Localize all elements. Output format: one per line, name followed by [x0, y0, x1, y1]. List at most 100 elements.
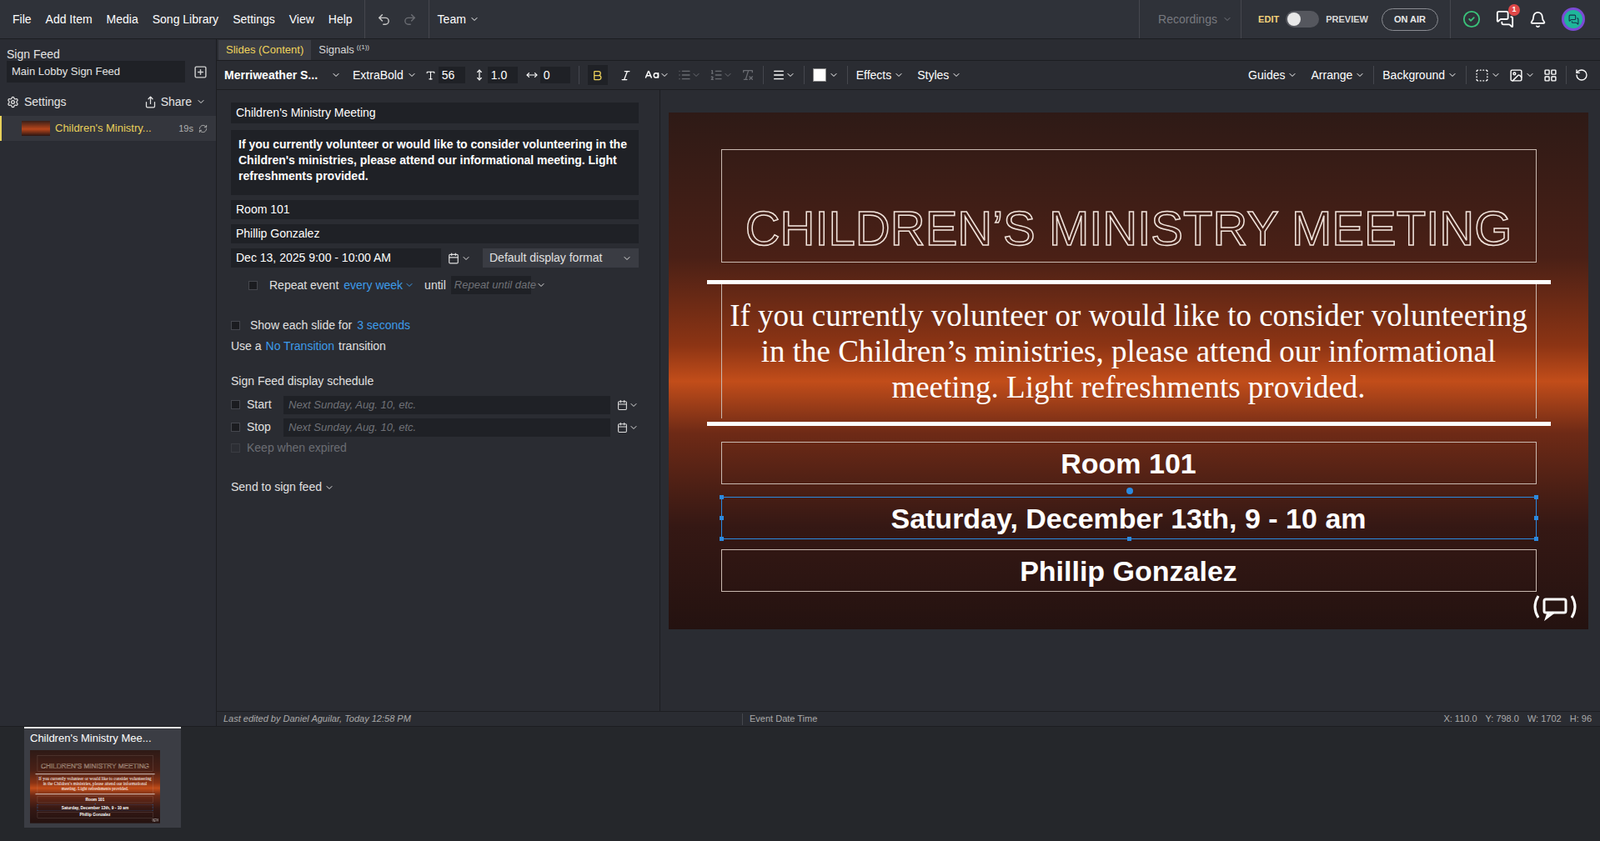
slide-time-value[interactable]: 3 seconds [356, 316, 411, 335]
send-to-feed-menu[interactable]: Send to sign feed [230, 478, 639, 497]
undo-icon[interactable] [376, 12, 392, 27]
resize-handle[interactable] [95, 810, 96, 812]
resize-handle[interactable] [1534, 536, 1539, 542]
room-field[interactable]: Room 101 [230, 200, 639, 220]
new-feed-icon[interactable] [193, 65, 208, 80]
date-picker-button[interactable] [447, 252, 477, 265]
resize-handle[interactable] [719, 536, 724, 542]
slide-time-checkbox[interactable] [230, 321, 241, 331]
effects-menu[interactable]: Effects [856, 66, 905, 85]
resize-handle[interactable] [719, 495, 724, 500]
spacing-field[interactable]: 0 [526, 66, 571, 84]
background-menu[interactable]: Background [1382, 66, 1458, 85]
resize-handle[interactable] [37, 810, 39, 812]
clear-format-icon[interactable] [741, 68, 755, 82]
bell-icon[interactable] [1529, 10, 1547, 29]
resize-handle[interactable] [719, 516, 724, 521]
schedule-date-field[interactable]: Next Sunday, Aug. 10, etc. [283, 396, 611, 415]
avatar[interactable] [1561, 7, 1585, 31]
info-box[interactable]: Phillip Gonzalez [721, 549, 1537, 592]
info-box[interactable]: Saturday, December 13th, 9 - 10 am [721, 496, 1537, 540]
share-button[interactable]: Share [144, 93, 206, 111]
resize-handle[interactable] [1534, 516, 1539, 521]
feed-name-field[interactable]: Main Lobby Sign Feed [6, 60, 186, 83]
schedule-row: StopNext Sunday, Aug. 10, etc. [230, 417, 639, 437]
arrange-menu[interactable]: Arrange [1305, 66, 1365, 85]
line-height-field[interactable]: 1.0 [473, 66, 518, 84]
status-ok-icon[interactable] [1462, 10, 1481, 29]
resize-handle[interactable] [37, 804, 39, 806]
rotate-handle[interactable] [95, 803, 96, 805]
info-box[interactable]: Phillip Gonzalez [37, 812, 153, 818]
slide-canvas[interactable]: CHILDREN’S MINISTRY MEETING If you curren… [668, 112, 1589, 630]
mode-toggle[interactable]: EDITPREVIEW [1241, 10, 1380, 28]
body-box[interactable]: If you currently volunteer or would like… [37, 774, 153, 794]
host-field[interactable]: Phillip Gonzalez [230, 224, 639, 244]
caret-icon [324, 482, 335, 493]
slide-card[interactable]: Children's Ministry Mee...CHILDREN’S MIN… [24, 727, 181, 828]
rotate-handle[interactable] [1126, 487, 1134, 495]
indent-button[interactable] [709, 68, 733, 82]
transition-value[interactable]: No Transition [265, 337, 335, 356]
resize-handle[interactable] [1127, 536, 1132, 542]
color-button[interactable] [812, 68, 839, 82]
italic-button[interactable] [616, 65, 637, 86]
tab[interactable]: Signals((1)) [310, 40, 377, 61]
redo-icon[interactable] [402, 12, 417, 27]
description-field[interactable]: If you currently volunteer or would like… [230, 130, 639, 196]
weight-select[interactable]: ExtraBold [349, 66, 417, 85]
repeat-until-field[interactable]: Repeat until date [451, 275, 532, 295]
caret-icon [1490, 70, 1501, 81]
menu-item[interactable]: Song Library [152, 10, 219, 29]
resize-handle[interactable] [37, 807, 39, 808]
mode-switch[interactable] [1285, 10, 1320, 28]
case-button[interactable] [644, 67, 670, 83]
schedule-date-field[interactable]: Next Sunday, Aug. 10, etc. [283, 418, 611, 437]
info-box[interactable]: Room 101 [721, 441, 1537, 485]
menu-item[interactable]: Media [106, 10, 139, 29]
grid-icon[interactable] [1543, 68, 1558, 83]
chat-button[interactable]: 1 [1495, 10, 1515, 29]
title-field[interactable]: Children's Ministry Meeting [230, 102, 639, 124]
schedule-checkbox[interactable] [230, 400, 241, 410]
sidebar-item[interactable]: Children's Ministry...19s [0, 115, 216, 141]
menu-bar: File Add Item Media Song Library Settings Vie… [0, 0, 365, 39]
settings-button[interactable]: Settings [6, 93, 67, 111]
tab[interactable]: Slides (Content) [218, 40, 311, 61]
info-box[interactable]: Saturday, December 13th, 9 - 10 am [37, 804, 153, 811]
recordings-menu[interactable]: Recordings [1138, 0, 1242, 39]
reset-icon[interactable] [1574, 68, 1589, 82]
menu-item[interactable]: Settings [232, 10, 276, 29]
info-box[interactable]: Room 101 [37, 797, 153, 803]
repeat-checkbox[interactable] [248, 280, 258, 291]
schedule-date-picker[interactable] [616, 421, 639, 434]
guides-menu[interactable]: Guides [1248, 66, 1298, 85]
resize-handle[interactable] [152, 804, 154, 806]
on-air-button[interactable]: ON AIR [1381, 8, 1439, 31]
menu-item[interactable]: Add Item [45, 10, 93, 29]
resize-handle[interactable] [152, 810, 154, 812]
date-field[interactable]: Dec 13, 2025 9:00 - 10:00 AM [230, 248, 442, 268]
resize-handle[interactable] [152, 807, 154, 808]
image-button[interactable] [1509, 68, 1535, 83]
menu-item[interactable]: Help [328, 10, 353, 29]
team-menu[interactable]: Team [428, 0, 488, 39]
list-button[interactable] [677, 68, 702, 82]
slide-canvas[interactable]: CHILDREN’S MINISTRY MEETING If you curren… [30, 750, 161, 824]
menu-item[interactable]: View [289, 10, 315, 29]
body-box[interactable]: If you currently volunteer or would like… [721, 284, 1537, 419]
date-format-select[interactable]: Default display format [482, 248, 639, 268]
schedule-date-picker[interactable] [616, 399, 639, 412]
menu-item[interactable]: File [12, 10, 32, 29]
size-field[interactable]: 56 [425, 66, 466, 84]
title-box[interactable]: CHILDREN’S MINISTRY MEETING [37, 755, 153, 772]
schedule-checkbox[interactable] [230, 422, 241, 432]
align-button[interactable] [772, 68, 796, 82]
styles-menu[interactable]: Styles [912, 66, 962, 85]
resize-handle[interactable] [1534, 495, 1539, 500]
bold-button[interactable] [587, 65, 608, 86]
repeat-frequency[interactable]: every week [343, 276, 415, 295]
text-box-button[interactable] [1474, 68, 1501, 83]
font-select[interactable]: Merriweather S... [224, 66, 342, 85]
title-box[interactable]: CHILDREN’S MINISTRY MEETING [721, 149, 1537, 263]
